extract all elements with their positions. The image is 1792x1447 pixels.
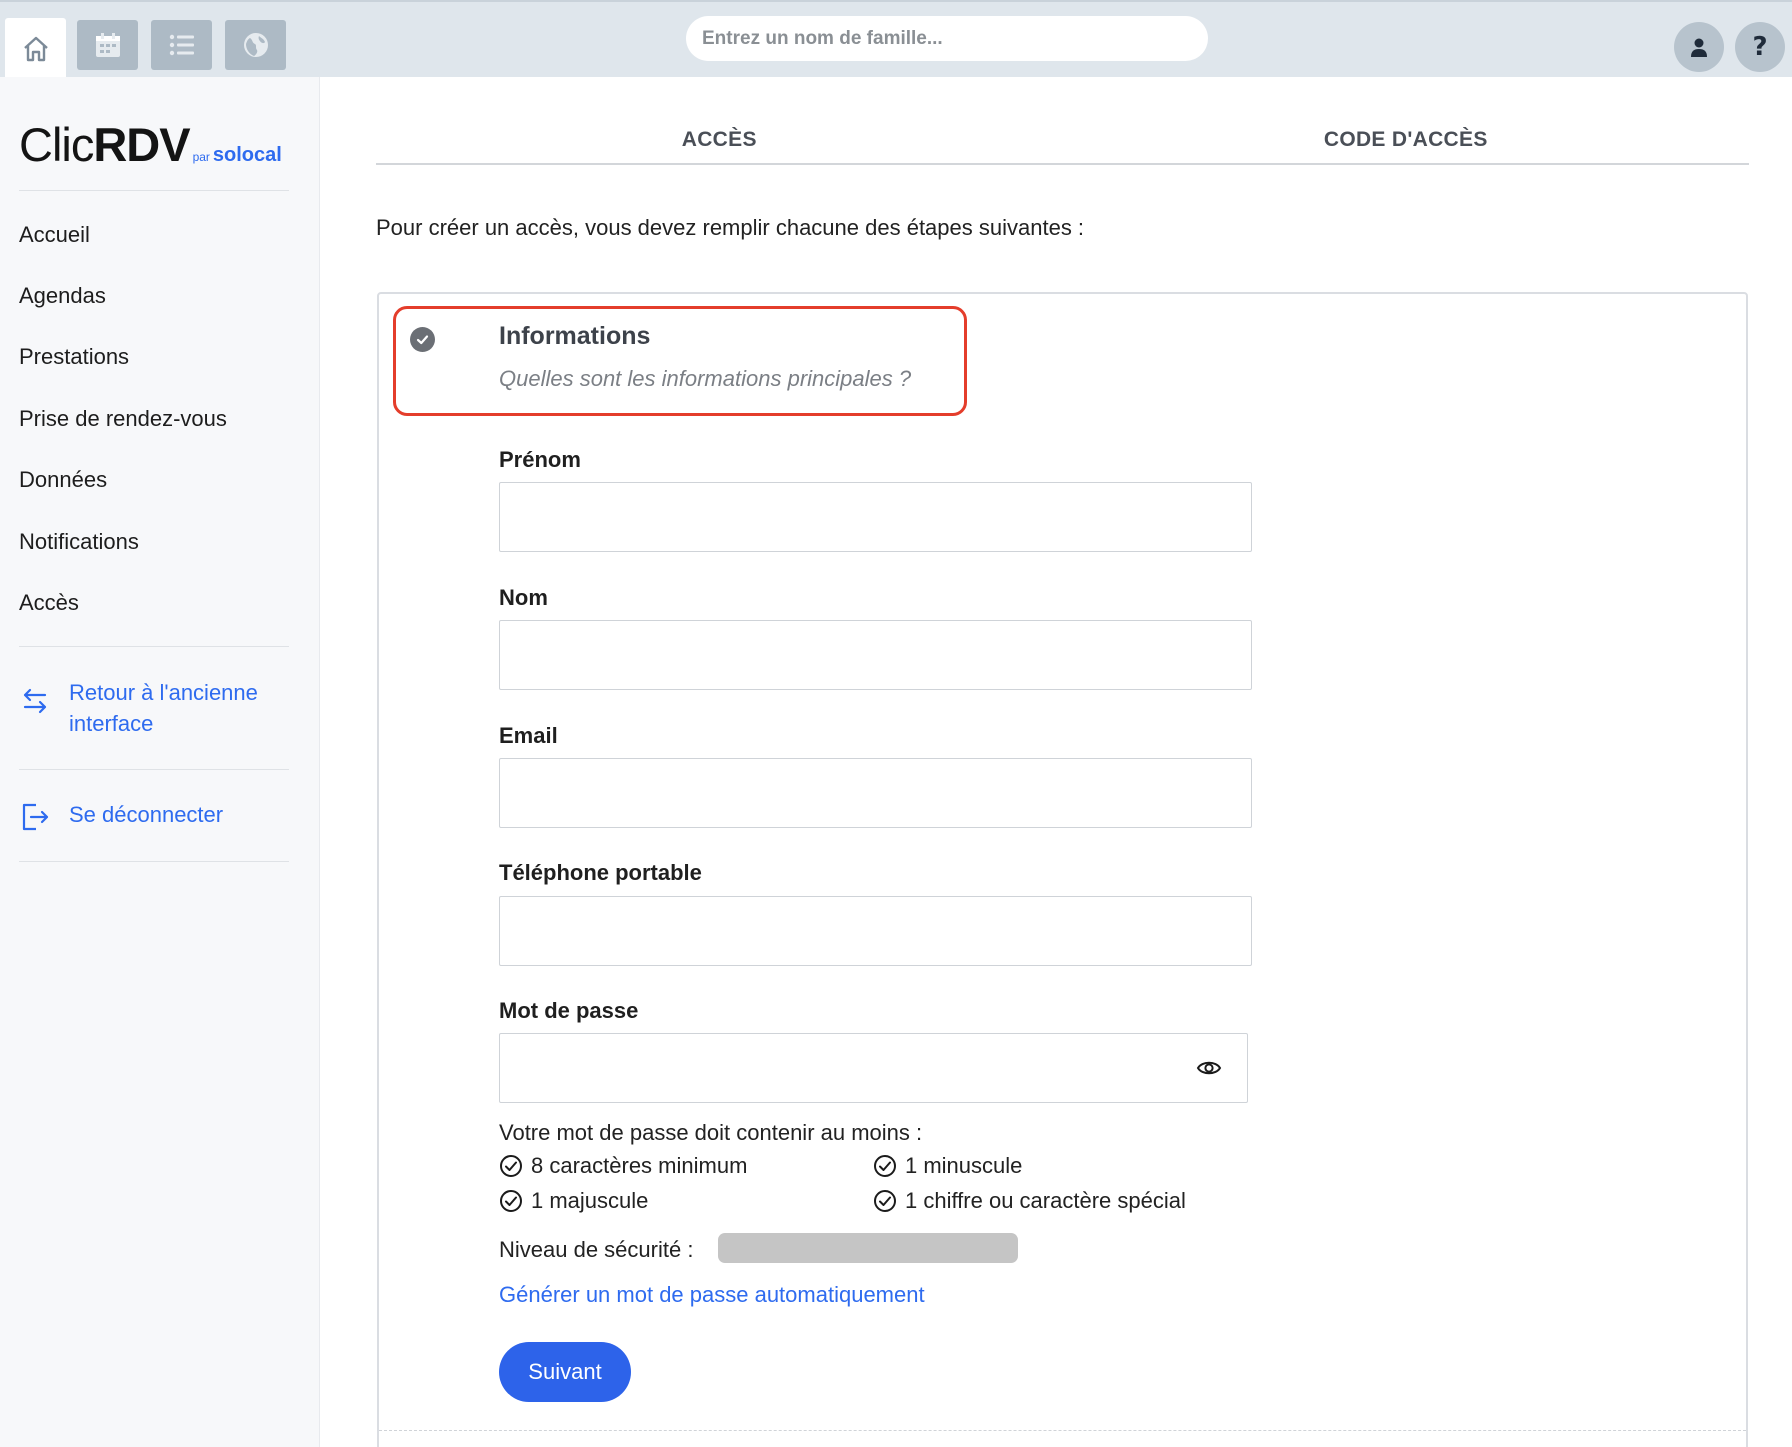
- logout-icon: [22, 803, 49, 831]
- password-rules-title: Votre mot de passe doit contenir au moin…: [499, 1120, 923, 1145]
- rule-lowercase-label: 1 minuscule: [905, 1153, 1023, 1178]
- globe-icon: [243, 33, 268, 57]
- sidebar-item-agendas[interactable]: Agendas: [19, 283, 106, 309]
- logo[interactable]: Clic RDV par solocal: [19, 117, 282, 172]
- rule-digit-special-label: 1 chiffre ou caractère spécial: [905, 1188, 1186, 1213]
- home-button[interactable]: [5, 18, 66, 80]
- logout-link[interactable]: Se déconnecter: [19, 799, 223, 833]
- help-button[interactable]: ?: [1735, 22, 1785, 72]
- card-divider: [379, 1430, 1746, 1431]
- lastname-label: Nom: [499, 585, 548, 610]
- list-icon: [169, 34, 194, 56]
- sidebar-divider: [19, 190, 289, 191]
- rule-uppercase-label: 1 majuscule: [531, 1188, 649, 1213]
- step-card: Informations Quelles sont les informatio…: [377, 292, 1748, 1447]
- sidebar-item-prise-de-rendez-vous[interactable]: Prise de rendez-vous: [19, 406, 227, 432]
- check-circle-icon: [500, 1155, 522, 1177]
- password-label: Mot de passe: [499, 998, 639, 1023]
- logo-solocal: solocal: [212, 144, 282, 166]
- rule-digit-special: 1 chiffre ou caractère spécial: [873, 1188, 1186, 1214]
- email-field[interactable]: [499, 758, 1252, 828]
- generate-password-link[interactable]: Générer un mot de passe automatiquement: [499, 1282, 925, 1308]
- logo-clic: Clic: [19, 118, 94, 171]
- calendar-button[interactable]: [77, 20, 138, 70]
- back-link-text: Retour à l'ancienne interface: [69, 677, 258, 739]
- check-circle-icon: [500, 1190, 522, 1212]
- list-button[interactable]: [151, 20, 212, 70]
- eye-icon[interactable]: [1196, 1055, 1222, 1081]
- tab-acces[interactable]: ACCÈS: [376, 128, 1063, 163]
- security-level-bar: [718, 1233, 1018, 1263]
- security-level-label: Niveau de sécurité :: [499, 1237, 694, 1262]
- step-title: Informations: [499, 322, 651, 350]
- step-highlight: [393, 306, 967, 416]
- check-circle-icon: [874, 1155, 896, 1177]
- tabs: ACCÈS CODE D'ACCÈS: [376, 128, 1749, 165]
- top-bar: ?: [0, 0, 1792, 80]
- email-label: Email: [499, 723, 558, 748]
- sidebar-item-donnees[interactable]: Données: [19, 467, 107, 493]
- sidebar-item-accueil[interactable]: Accueil: [19, 222, 90, 248]
- globe-button[interactable]: [225, 20, 286, 70]
- rule-min-chars-label: 8 caractères minimum: [531, 1153, 748, 1178]
- step-check-icon: [410, 327, 435, 352]
- firstname-field[interactable]: [499, 482, 1252, 552]
- logo-par: par: [192, 150, 210, 164]
- back-link-line1: Retour à l'ancienne: [69, 680, 258, 705]
- rule-uppercase: 1 majuscule: [499, 1188, 648, 1214]
- step-subtitle: Quelles sont les informations principale…: [499, 366, 912, 391]
- sidebar-item-prestations[interactable]: Prestations: [19, 344, 129, 370]
- home-icon: [23, 36, 48, 62]
- check-circle-icon: [874, 1190, 896, 1212]
- phone-label: Téléphone portable: [499, 860, 702, 885]
- user-icon: [1691, 38, 1707, 57]
- help-icon: ?: [1752, 32, 1768, 62]
- next-button[interactable]: Suivant: [499, 1342, 631, 1402]
- firstname-label: Prénom: [499, 447, 581, 472]
- calendar-icon: [95, 33, 120, 57]
- sidebar-item-notifications[interactable]: Notifications: [19, 529, 139, 555]
- phone-field[interactable]: [499, 896, 1252, 966]
- back-to-old-interface-link[interactable]: Retour à l'ancienne interface: [19, 677, 258, 739]
- rule-lowercase: 1 minuscule: [873, 1153, 1022, 1179]
- password-field[interactable]: [499, 1033, 1248, 1103]
- sidebar-divider: [19, 769, 289, 770]
- swap-arrows-icon: [23, 688, 47, 714]
- back-link-line2: interface: [69, 711, 154, 736]
- intro-text: Pour créer un accès, vous devez remplir …: [376, 215, 1085, 240]
- logout-label: Se déconnecter: [69, 802, 224, 827]
- sidebar: Clic RDV par solocal Accueil Agendas Presta…: [0, 77, 320, 1447]
- sidebar-divider: [19, 646, 289, 647]
- sidebar-item-acces[interactable]: Accès: [19, 590, 79, 616]
- sidebar-divider: [19, 861, 289, 862]
- rule-min-chars: 8 caractères minimum: [499, 1153, 747, 1179]
- user-button[interactable]: [1674, 22, 1724, 72]
- lastname-field[interactable]: [499, 620, 1252, 690]
- search-input[interactable]: [686, 16, 1208, 61]
- logo-rdv: RDV: [93, 118, 190, 171]
- tab-code-acces[interactable]: CODE D'ACCÈS: [1063, 128, 1750, 163]
